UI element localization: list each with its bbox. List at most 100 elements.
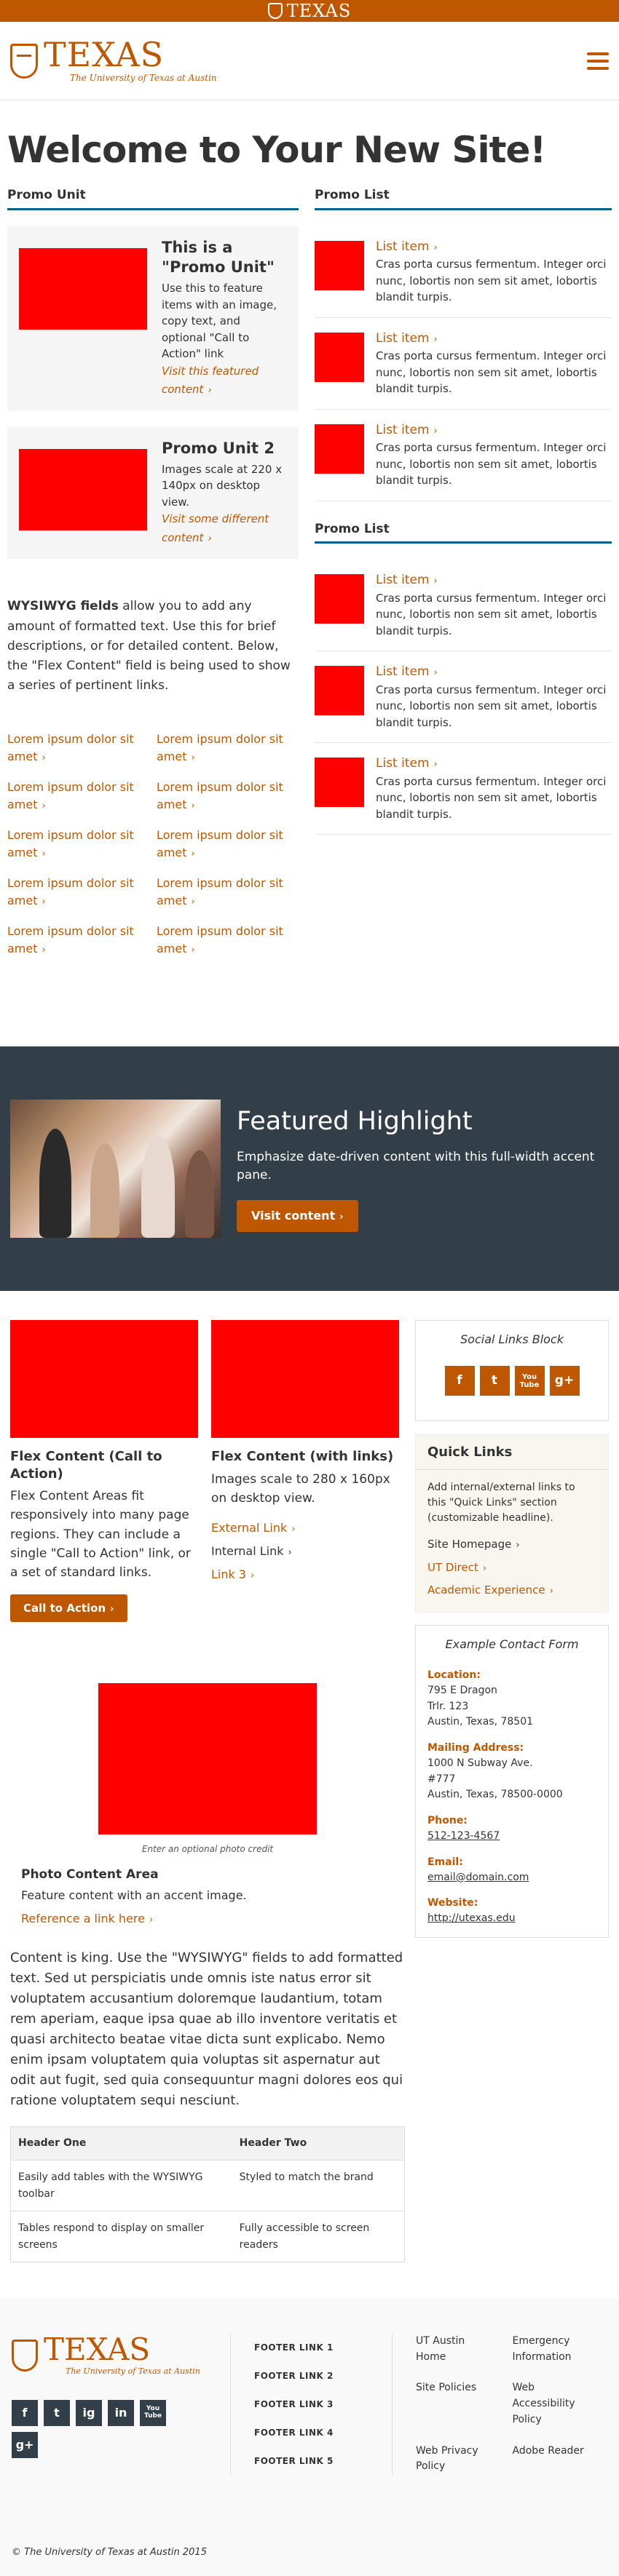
list-item-body: Cras porta cursus fermentum. Integer orc… xyxy=(376,591,607,637)
lorem-link[interactable]: Lorem ipsum dolor sit amet › xyxy=(7,923,149,958)
list-item-link[interactable]: List item › xyxy=(376,421,612,440)
footer-util-site-policies[interactable]: Site Policies xyxy=(416,2380,498,2428)
promo-unit-image xyxy=(19,448,147,530)
footer-social-icons: f t ig in You Tube g+ xyxy=(12,2399,186,2458)
footer-link-2[interactable]: FOOTER LINK 2 xyxy=(254,2362,392,2390)
list-item-link[interactable]: List item › xyxy=(376,755,612,774)
footer-link-3[interactable]: FOOTER LINK 3 xyxy=(254,2390,392,2419)
google-plus-icon[interactable]: g+ xyxy=(549,1366,580,1396)
promo-unit-link[interactable]: Visit some different content › xyxy=(162,512,269,544)
twitter-icon[interactable]: t xyxy=(44,2399,70,2426)
list-item-image xyxy=(315,666,364,715)
list-item: List item › Cras porta cursus fermentum. I… xyxy=(315,226,612,318)
website-link[interactable]: http://utexas.edu xyxy=(427,1912,516,1924)
copyright: © The University of Texas at Austin 2015 xyxy=(12,2547,207,2559)
table-cell: Styled to match the brand xyxy=(232,2160,405,2212)
mailing-label: Mailing Address: xyxy=(427,1741,524,1754)
list-item-body: Cras porta cursus fermentum. Integer orc… xyxy=(376,683,607,729)
youtube-icon[interactable]: You Tube xyxy=(140,2399,166,2426)
flex-content-cta: Flex Content (Call to Action) Flex Conte… xyxy=(10,1320,198,1623)
photo-content-image xyxy=(98,1683,317,1835)
facebook-icon[interactable]: f xyxy=(444,1366,475,1396)
lorem-link[interactable]: Lorem ipsum dolor sit amet › xyxy=(157,779,299,814)
quick-link-academic-experience[interactable]: Academic Experience › xyxy=(427,1583,553,1597)
footer-links: FOOTER LINK 1 FOOTER LINK 2 FOOTER LINK … xyxy=(230,2334,392,2476)
lorem-link[interactable]: Lorem ipsum dolor sit amet › xyxy=(7,827,149,862)
lorem-link[interactable]: Lorem ipsum dolor sit amet › xyxy=(157,875,299,910)
table-cell: Fully accessible to screen readers xyxy=(232,2211,405,2263)
phone-link[interactable]: 512-123-4567 xyxy=(427,1830,500,1842)
footer-util-emergency-information[interactable]: Emergency Information xyxy=(513,2334,595,2366)
promo-unit-link[interactable]: Visit this featured content › xyxy=(162,365,259,397)
list-item-link[interactable]: List item › xyxy=(376,330,612,349)
footer-utility-links: UT Austin Home Emergency Information Sit… xyxy=(392,2334,594,2476)
contact-title: Example Contact Form xyxy=(445,1637,579,1651)
top-brand-bar: TEXAS xyxy=(0,0,619,22)
lorem-link[interactable]: Lorem ipsum dolor sit amet › xyxy=(7,875,149,910)
google-plus-icon[interactable]: g+ xyxy=(12,2431,38,2458)
sidebar: Social Links Block f t You Tube g+ Quick… xyxy=(415,1320,609,2262)
quick-link-site-homepage[interactable]: Site Homepage › xyxy=(427,1538,520,1551)
featured-title: Featured Highlight xyxy=(237,1106,473,1136)
photo-content-area: Enter an optional photo credit Photo Con… xyxy=(10,1683,405,1928)
internal-link[interactable]: Internal Link › xyxy=(211,1544,292,1558)
ut-shield-icon xyxy=(12,2340,38,2372)
photo-content-title: Photo Content Area xyxy=(21,1867,159,1882)
footer-util-ut-austin-home[interactable]: UT Austin Home xyxy=(416,2334,498,2366)
list-item-link[interactable]: List item › xyxy=(376,571,612,590)
visit-content-button[interactable]: Visit content › xyxy=(237,1199,358,1232)
photo-content-link[interactable]: Reference a link here › xyxy=(21,1910,394,1928)
page-title: Welcome to Your New Site! xyxy=(7,129,546,171)
youtube-icon[interactable]: You Tube xyxy=(514,1366,545,1396)
flex-link-grid: Lorem ipsum dolor sit amet › Lorem ipsum … xyxy=(7,731,299,958)
social-links-block: Social Links Block f t You Tube g+ xyxy=(415,1320,609,1422)
footer-util-web-accessibility[interactable]: Web Accessibility Policy xyxy=(513,2380,595,2428)
list-item-body: Cras porta cursus fermentum. Integer orc… xyxy=(376,774,607,821)
promo-unit-title: This is a "Promo Unit" xyxy=(162,238,275,276)
table-header: Header Two xyxy=(232,2126,405,2161)
phone-label: Phone: xyxy=(427,1814,468,1826)
external-link[interactable]: External Link › xyxy=(211,1521,295,1535)
footer-util-web-privacy[interactable]: Web Privacy Policy xyxy=(416,2444,498,2476)
photo-content-body: Feature content with an accent image. xyxy=(21,1888,247,1903)
promo-list-heading: Promo List xyxy=(315,520,612,544)
featured-photo xyxy=(10,1100,221,1239)
lorem-link[interactable]: Lorem ipsum dolor sit amet › xyxy=(157,923,299,958)
chevron-right-icon: › xyxy=(208,385,212,397)
facebook-icon[interactable]: f xyxy=(12,2399,38,2426)
link-3[interactable]: Link 3 › xyxy=(211,1567,254,1581)
site-logo[interactable]: TEXAS The University of Texas at Austin xyxy=(10,38,217,84)
twitter-icon[interactable]: t xyxy=(479,1366,510,1396)
lorem-link[interactable]: Lorem ipsum dolor sit amet › xyxy=(7,731,149,766)
email-link[interactable]: email@domain.com xyxy=(427,1872,529,1883)
promo-list: Promo List List item › Cras porta cursus f… xyxy=(315,186,612,501)
footer-link-4[interactable]: FOOTER LINK 4 xyxy=(254,2419,392,2447)
lorem-link[interactable]: Lorem ipsum dolor sit amet › xyxy=(157,731,299,766)
right-column: Promo List List item › Cras porta cursus f… xyxy=(315,186,612,958)
promo-unit: This is a "Promo Unit" Use this to featu… xyxy=(7,226,299,411)
linkedin-icon[interactable]: in xyxy=(108,2399,134,2426)
footer-link-1[interactable]: FOOTER LINK 1 xyxy=(254,2334,392,2362)
call-to-action-button[interactable]: Call to Action › xyxy=(10,1594,127,1623)
content-table: Header One Header Two Easily add tables … xyxy=(10,2126,405,2263)
email-label: Email: xyxy=(427,1856,463,1868)
list-item-body: Cras porta cursus fermentum. Integer orc… xyxy=(376,258,607,303)
quick-link-ut-direct[interactable]: UT Direct › xyxy=(427,1561,486,1574)
list-item-link[interactable]: List item › xyxy=(376,663,612,682)
lorem-link[interactable]: Lorem ipsum dolor sit amet › xyxy=(7,779,149,814)
footer-subtitle: The University of Texas at Austin xyxy=(66,2366,200,2377)
promo-unit-body: Use this to feature items with an image,… xyxy=(162,282,277,361)
list-item-image xyxy=(315,574,364,624)
wysiwyg-content: Content is king. Use the "WYSIWYG" field… xyxy=(10,1950,403,2108)
lorem-link[interactable]: Lorem ipsum dolor sit amet › xyxy=(157,827,299,862)
footer-link-5[interactable]: FOOTER LINK 5 xyxy=(254,2447,392,2476)
quick-links-body: Add internal/external links to this "Qui… xyxy=(427,1482,575,1524)
footer-util-adobe-reader[interactable]: Adobe Reader xyxy=(513,2444,595,2476)
instagram-icon[interactable]: ig xyxy=(76,2399,102,2426)
ut-seal-icon xyxy=(267,3,283,19)
promo-list: Promo List List item › Cras porta cursus f… xyxy=(315,520,612,835)
table-row: Easily add tables with the WYSIWYG toolb… xyxy=(10,2160,405,2212)
list-item-link[interactable]: List item › xyxy=(376,238,612,257)
footer-logo[interactable]: TEXAS The University of Texas at Austin xyxy=(12,2334,230,2378)
hamburger-menu-icon[interactable] xyxy=(587,52,609,70)
